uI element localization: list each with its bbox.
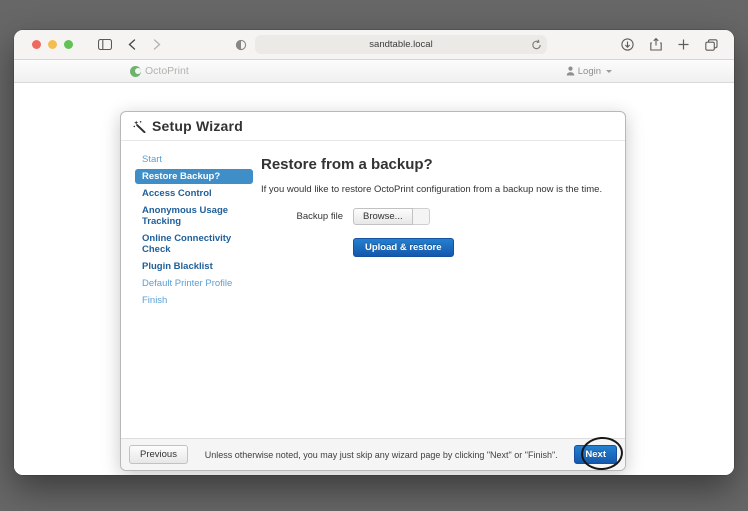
setup-wizard-dialog: Setup Wizard Start Restore Backup? Acces… xyxy=(120,111,626,472)
wizard-skip-note: Unless otherwise noted, you may just ski… xyxy=(204,449,558,460)
wizard-step-default-printer-profile[interactable]: Default Printer Profile xyxy=(135,276,253,291)
wizard-step-plugin-blacklist[interactable]: Plugin Blacklist xyxy=(135,259,253,274)
wizard-title: Setup Wizard xyxy=(152,118,243,134)
octoprint-brand-label: OctoPrint xyxy=(145,65,189,77)
chevron-down-icon xyxy=(606,69,612,73)
backup-file-row: Backup file Browse... xyxy=(261,208,605,225)
new-tab-icon[interactable] xyxy=(678,39,689,50)
close-window-button[interactable] xyxy=(32,40,41,49)
previous-button[interactable]: Previous xyxy=(129,445,188,464)
login-label: Login xyxy=(577,65,601,77)
upload-restore-button[interactable]: Upload & restore xyxy=(353,238,454,257)
file-input[interactable]: Browse... xyxy=(353,208,430,225)
wizard-content: Restore from a backup? If you would like… xyxy=(261,156,605,257)
user-icon xyxy=(566,66,575,76)
magic-wand-icon xyxy=(133,120,146,133)
backup-file-label: Backup file xyxy=(296,211,343,222)
browser-toolbar: sandtable.local xyxy=(14,30,734,60)
forward-button[interactable] xyxy=(153,39,161,50)
zoom-window-button[interactable] xyxy=(64,40,73,49)
wizard-footer: Previous Unless otherwise noted, you may… xyxy=(121,438,625,470)
octoprint-logo-icon xyxy=(130,65,141,77)
address-bar[interactable]: sandtable.local xyxy=(255,35,547,54)
wizard-step-start[interactable]: Start xyxy=(135,152,253,167)
octoprint-navbar: OctoPrint Login xyxy=(14,60,734,83)
wizard-header: Setup Wizard xyxy=(121,112,625,141)
address-bar-url: sandtable.local xyxy=(369,39,433,50)
browser-window: sandtable.local OctoPrint Login Setup Wi… xyxy=(14,30,734,475)
next-button[interactable]: Next xyxy=(574,445,617,464)
file-input-field[interactable] xyxy=(412,208,430,225)
traffic-lights xyxy=(32,40,80,49)
wizard-step-connectivity-check[interactable]: Online Connectivity Check xyxy=(135,231,253,257)
restore-heading: Restore from a backup? xyxy=(261,156,433,173)
minimize-window-button[interactable] xyxy=(48,40,57,49)
reload-icon[interactable] xyxy=(531,39,542,54)
wizard-step-list: Start Restore Backup? Access Control Ano… xyxy=(135,152,253,310)
octoprint-brand[interactable]: OctoPrint xyxy=(130,60,189,82)
page-body: Setup Wizard Start Restore Backup? Acces… xyxy=(14,83,734,475)
sidebar-toggle-icon[interactable] xyxy=(98,39,112,50)
wizard-step-finish[interactable]: Finish xyxy=(135,293,253,308)
wizard-step-access-control[interactable]: Access Control xyxy=(135,186,253,201)
restore-description: If you would like to restore OctoPrint c… xyxy=(261,184,603,195)
tab-overview-icon[interactable] xyxy=(705,38,718,51)
privacy-shield-icon[interactable] xyxy=(235,39,247,51)
login-menu[interactable]: Login xyxy=(566,60,612,82)
wizard-step-anonymous-usage[interactable]: Anonymous Usage Tracking xyxy=(135,203,253,229)
downloads-icon[interactable] xyxy=(621,38,634,51)
share-icon[interactable] xyxy=(650,38,662,51)
back-button[interactable] xyxy=(128,39,136,50)
wizard-step-restore-backup[interactable]: Restore Backup? xyxy=(135,169,253,184)
browse-button[interactable]: Browse... xyxy=(353,208,413,225)
